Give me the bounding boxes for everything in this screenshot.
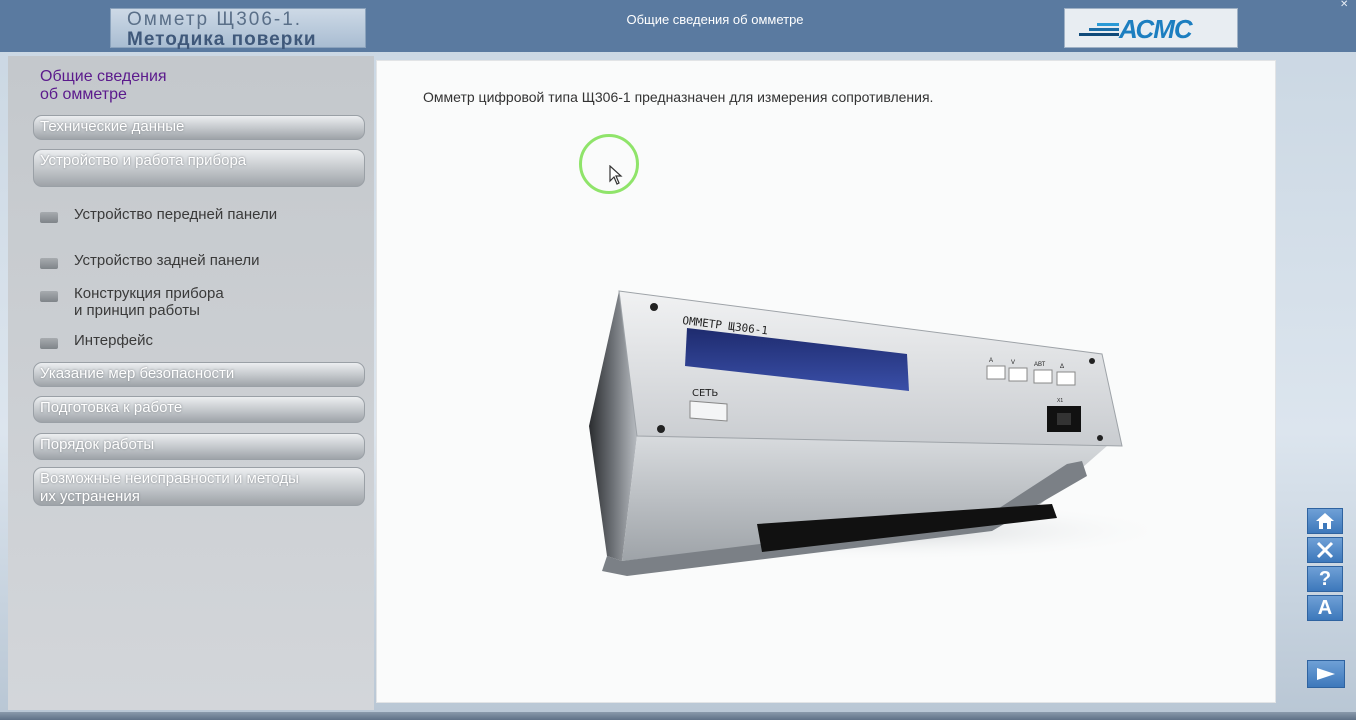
font-icon: A <box>1317 596 1333 619</box>
help-icon: ? <box>1318 567 1332 590</box>
device-key-label: АВТ <box>1034 362 1046 368</box>
bullet-icon <box>40 338 58 349</box>
next-button[interactable] <box>1307 660 1345 688</box>
app-title-line2: Методика поверки <box>127 29 317 50</box>
content-description: Омметр цифровой типа Щ306-1 предназначен… <box>423 89 934 105</box>
device-key-label: V <box>1011 360 1015 366</box>
sub-item-label: Интерфейс <box>74 332 154 349</box>
section-title: Общие сведения об омметре <box>626 12 804 27</box>
home-icon <box>1316 513 1334 529</box>
sidebar: Общие сведения об омметре Технические да… <box>8 56 374 710</box>
sub-item-label-line1: Конструкция прибора <box>74 285 224 302</box>
bullet-icon <box>40 212 58 223</box>
help-button[interactable]: ? <box>1307 566 1343 592</box>
app-title-box: Омметр Щ306-1. Методика поверки <box>110 8 366 50</box>
sub-item-rear-panel[interactable]: Устройство задней панели <box>38 252 358 282</box>
app-title-line1: Омметр Щ306-1. <box>127 9 303 30</box>
sub-item-label: Конструкция прибора и принцип работы <box>74 285 224 319</box>
logo-text: АСМС <box>1119 14 1193 44</box>
header-bar: Омметр Щ306-1. Методика поверки Общие св… <box>0 0 1356 52</box>
sub-item-label-line2: и принцип работы <box>74 302 200 319</box>
bullet-icon <box>40 291 58 302</box>
sub-item-interface[interactable]: Интерфейс <box>38 332 358 362</box>
font-button[interactable]: A <box>1307 595 1343 621</box>
home-button[interactable] <box>1307 508 1343 534</box>
sidebar-item-faults-line2: их устранения <box>40 488 140 505</box>
sidebar-active-line2: об омметре <box>40 86 127 103</box>
bullet-icon <box>40 258 58 269</box>
sidebar-item-preparation[interactable]: Подготовка к работе <box>33 396 365 423</box>
ohmmeter-device-image: ОММЕТР Щ306-1 СЕТЬ А V АВТ Δ X1 <box>577 290 1147 576</box>
sidebar-item-tech-data[interactable]: Технические данные <box>33 115 365 140</box>
sidebar-active-line1: Общие сведения <box>40 68 167 85</box>
content-panel: Омметр цифровой типа Щ306-1 предназначен… <box>376 60 1276 703</box>
close-icon <box>1316 541 1334 559</box>
sidebar-item-device-operation[interactable]: Устройство и работа прибора <box>33 149 365 187</box>
device-power-label: СЕТЬ <box>692 388 718 399</box>
sidebar-item-safety[interactable]: Указание мер безопасности <box>33 362 365 387</box>
sidebar-item-procedure[interactable]: Порядок работы <box>33 433 365 460</box>
close-button[interactable] <box>1307 537 1343 563</box>
logo: АСМС <box>1064 8 1238 48</box>
next-arrow-icon <box>1317 668 1335 680</box>
device-socket-label: X1 <box>1057 398 1063 404</box>
device-key-label: Δ <box>1060 364 1064 370</box>
sub-item-construction[interactable]: Конструкция прибора и принцип работы <box>38 285 358 321</box>
device-key-label: А <box>989 358 993 364</box>
sidebar-item-faults-line1: Возможные неисправности и методы <box>40 470 299 487</box>
logo-stripes-icon <box>1079 23 1119 37</box>
window-close-icon[interactable]: ✕ <box>1340 0 1350 10</box>
mouse-pointer-icon <box>609 165 623 185</box>
sub-item-label: Устройство задней панели <box>74 252 260 269</box>
bottom-strip <box>0 712 1356 720</box>
sidebar-item-faults[interactable]: Возможные неисправности и методы их устр… <box>33 467 365 506</box>
cursor-highlight <box>579 134 639 194</box>
sub-item-label: Устройство передней панели <box>74 206 278 223</box>
sidebar-item-active[interactable]: Общие сведения об омметре <box>40 68 167 104</box>
sub-item-front-panel[interactable]: Устройство передней панели <box>38 206 358 236</box>
